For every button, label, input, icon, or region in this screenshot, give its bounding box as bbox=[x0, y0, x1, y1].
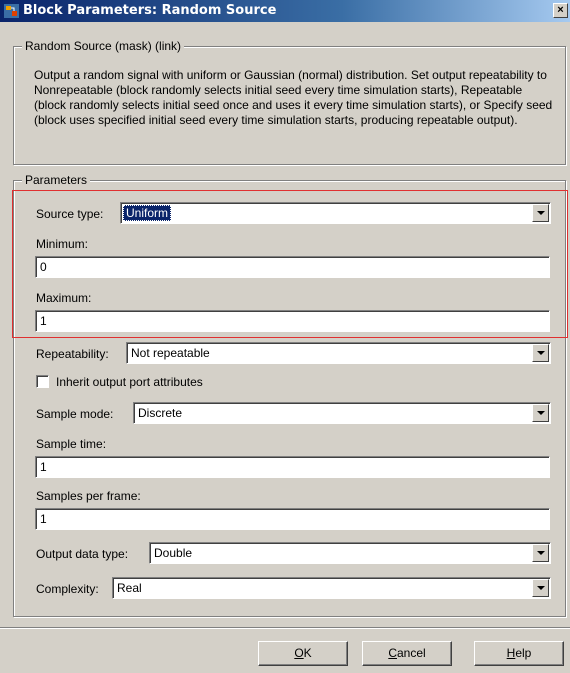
repeatability-label: Repeatability: bbox=[36, 347, 109, 361]
ok-label-rest: K bbox=[303, 646, 312, 660]
source-type-dropdown[interactable]: Uniform bbox=[120, 202, 551, 224]
cancel-mnemonic: C bbox=[388, 646, 397, 660]
ok-button[interactable]: OK bbox=[258, 641, 348, 666]
dialog-window: Block Parameters: Random Source × Random… bbox=[0, 0, 570, 673]
maximum-label: Maximum: bbox=[36, 291, 92, 305]
repeatability-dropdown[interactable]: Not repeatable bbox=[126, 342, 551, 364]
inherit-output-port-label[interactable]: Inherit output port attributes bbox=[56, 375, 203, 389]
chevron-down-icon[interactable] bbox=[532, 344, 549, 362]
minimum-label: Minimum: bbox=[36, 237, 89, 251]
window-title: Block Parameters: Random Source bbox=[23, 3, 277, 18]
title-bar[interactable]: Block Parameters: Random Source × bbox=[0, 0, 570, 22]
parameters-group-legend: Parameters bbox=[22, 173, 91, 187]
sample-time-input[interactable]: 1 bbox=[35, 456, 550, 478]
help-label-rest: elp bbox=[515, 646, 532, 660]
help-button[interactable]: Help bbox=[474, 641, 564, 666]
cancel-button[interactable]: Cancel bbox=[362, 641, 452, 666]
complexity-value: Real bbox=[117, 581, 142, 595]
button-row-separator bbox=[0, 627, 570, 629]
complexity-dropdown[interactable]: Real bbox=[112, 577, 551, 599]
sample-time-label: Sample time: bbox=[36, 437, 107, 451]
mask-description-text: Output a random signal with uniform or G… bbox=[34, 68, 553, 127]
close-button[interactable]: × bbox=[553, 3, 568, 18]
repeatability-value: Not repeatable bbox=[131, 346, 210, 360]
inherit-output-port-checkbox[interactable] bbox=[36, 375, 49, 388]
simulink-block-icon bbox=[4, 4, 19, 18]
sample-mode-value: Discrete bbox=[138, 406, 183, 420]
cancel-label-rest: ancel bbox=[396, 646, 426, 660]
close-icon: × bbox=[557, 4, 564, 16]
source-type-label: Source type: bbox=[36, 207, 104, 221]
chevron-down-icon[interactable] bbox=[532, 579, 549, 597]
sample-mode-dropdown[interactable]: Discrete bbox=[133, 402, 551, 424]
samples-per-frame-label: Samples per frame: bbox=[36, 489, 141, 503]
source-type-value: Uniform bbox=[123, 205, 172, 221]
complexity-label: Complexity: bbox=[36, 582, 99, 596]
output-data-type-value: Double bbox=[154, 546, 193, 560]
ok-mnemonic: O bbox=[294, 646, 304, 660]
output-data-type-label: Output data type: bbox=[36, 547, 129, 561]
samples-per-frame-input[interactable]: 1 bbox=[35, 508, 550, 530]
output-data-type-dropdown[interactable]: Double bbox=[149, 542, 551, 564]
chevron-down-icon[interactable] bbox=[532, 544, 549, 562]
minimum-input[interactable]: 0 bbox=[35, 256, 550, 278]
chevron-down-icon[interactable] bbox=[532, 204, 549, 222]
sample-mode-label: Sample mode: bbox=[36, 407, 114, 421]
mask-group-legend: Random Source (mask) (link) bbox=[22, 39, 185, 53]
chevron-down-icon[interactable] bbox=[532, 404, 549, 422]
maximum-input[interactable]: 1 bbox=[35, 310, 550, 332]
